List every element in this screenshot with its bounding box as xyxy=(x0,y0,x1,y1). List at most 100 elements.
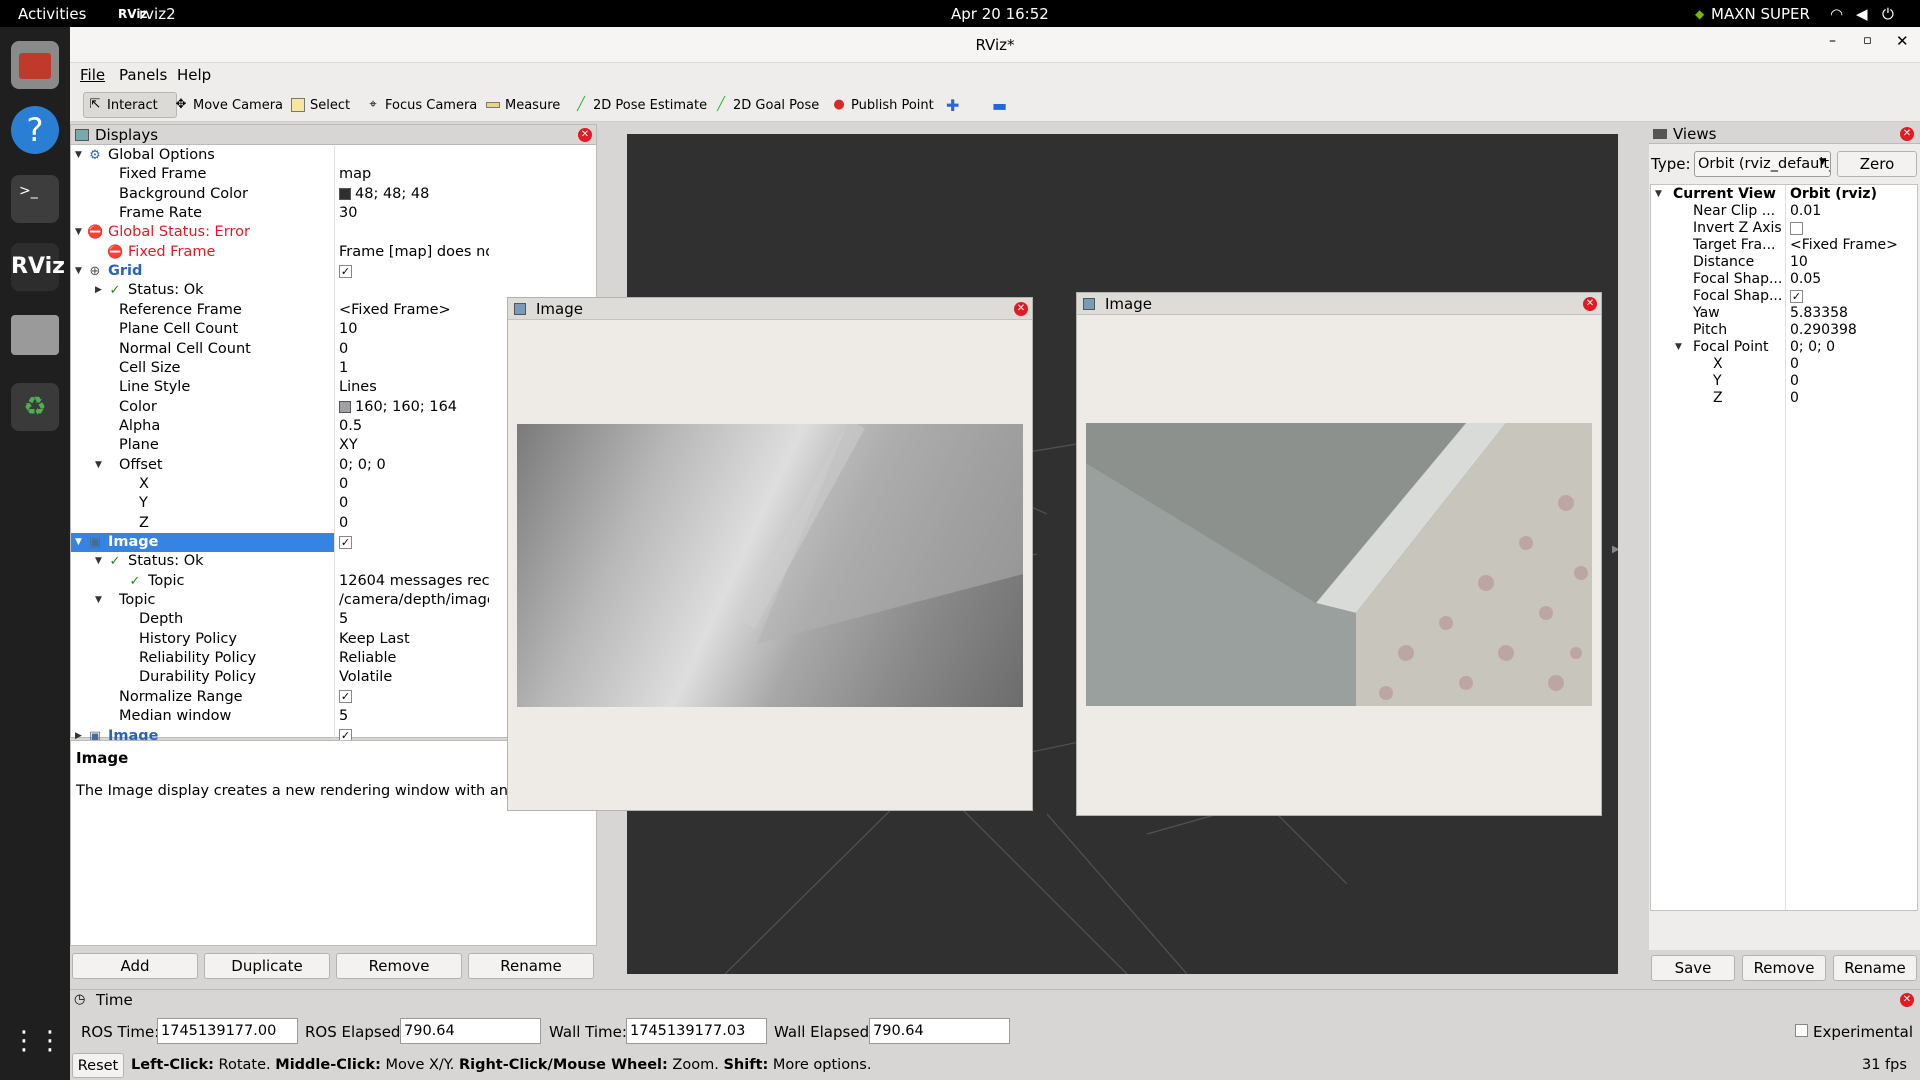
activities-button[interactable]: Activities xyxy=(18,5,86,23)
expand-arrow-icon[interactable]: ▼ xyxy=(75,533,82,552)
display-property-value[interactable]: 48; 48; 48 xyxy=(339,185,429,204)
ros-elapsed-field[interactable]: 790.64 xyxy=(400,1018,541,1044)
rename-display-button[interactable]: Rename xyxy=(468,953,594,979)
move-camera-tool[interactable]: ✥ Move Camera xyxy=(170,92,287,118)
expand-arrow-icon[interactable]: ▼ xyxy=(1675,338,1682,357)
enabled-checkbox[interactable]: ✓ xyxy=(339,535,352,549)
clock[interactable]: Apr 20 16:52 xyxy=(951,5,1049,23)
wifi-icon[interactable]: ◠ xyxy=(1830,5,1843,23)
display-property-label[interactable]: Alpha xyxy=(119,417,160,436)
display-property-label[interactable]: Plane Cell Count xyxy=(119,320,238,339)
display-property-value[interactable]: 5 xyxy=(339,707,348,726)
display-property-value[interactable]: 0 xyxy=(339,514,348,533)
menu-help[interactable]: Help xyxy=(177,66,211,84)
publish-point-tool[interactable]: ● Publish Point xyxy=(828,92,938,118)
view-property-label[interactable]: Near Clip ... xyxy=(1693,203,1775,220)
display-property-value[interactable]: Lines xyxy=(339,378,377,397)
expand-arrow-icon[interactable]: ▼ xyxy=(75,146,82,165)
display-property-label[interactable]: ▣ Image xyxy=(87,533,159,552)
display-property-label[interactable]: Median window xyxy=(119,707,231,726)
expand-arrow-icon[interactable]: ▼ xyxy=(75,262,82,281)
display-property-value[interactable]: 12604 messages received xyxy=(339,572,489,591)
views-close-icon[interactable]: ✕ xyxy=(1900,127,1914,141)
expand-arrow-icon[interactable]: ▼ xyxy=(1655,185,1662,204)
wall-time-field[interactable]: 1745139177.03 xyxy=(626,1018,767,1044)
display-property-label[interactable]: Plane xyxy=(119,436,159,455)
view-property-label[interactable]: Target Fra... xyxy=(1693,237,1775,254)
save-view-button[interactable]: Save xyxy=(1651,955,1735,981)
display-property-value[interactable]: Volatile xyxy=(339,668,392,687)
drive-icon[interactable] xyxy=(11,315,59,355)
expand-arrow-icon[interactable]: ▼ xyxy=(75,223,82,242)
view-property-value[interactable]: 10 xyxy=(1790,254,1808,271)
wall-elapsed-field[interactable]: 790.64 xyxy=(869,1018,1010,1044)
view-property-label[interactable]: Y xyxy=(1713,373,1722,390)
focus-camera-tool[interactable]: ⌖ Focus Camera xyxy=(362,92,481,118)
view-property-label[interactable]: Focal Shap... xyxy=(1693,271,1782,288)
maximize-icon[interactable]: ▫ xyxy=(1863,33,1872,48)
files-icon[interactable] xyxy=(11,41,59,89)
view-property-value[interactable]: <Fixed Frame> xyxy=(1790,237,1898,254)
displays-close-icon[interactable]: ✕ xyxy=(578,128,592,142)
show-apps-icon[interactable]: ⋮⋮ xyxy=(11,1017,63,1065)
view-property-label[interactable]: Distance xyxy=(1693,254,1754,271)
display-property-label[interactable]: Fixed Frame xyxy=(119,165,206,184)
view-property-value[interactable] xyxy=(1790,220,1803,237)
display-property-label[interactable]: Normal Cell Count xyxy=(119,340,251,359)
display-property-label[interactable]: Normalize Range xyxy=(119,688,243,707)
display-property-label[interactable]: Offset xyxy=(119,456,163,475)
display-property-label[interactable]: ✓ Topic xyxy=(127,572,185,591)
display-property-value[interactable]: Frame [map] does not exist xyxy=(339,243,489,262)
zero-button[interactable]: Zero xyxy=(1837,151,1917,177)
menu-panels[interactable]: Panels xyxy=(119,66,167,84)
display-property-label[interactable]: ✓ Status: Ok xyxy=(107,552,204,571)
display-property-value[interactable]: 1 xyxy=(339,359,348,378)
rename-view-button[interactable]: Rename xyxy=(1833,955,1917,981)
remove-display-button[interactable]: Remove xyxy=(336,953,462,979)
view-property-value[interactable]: 5.83358 xyxy=(1790,305,1848,322)
select-tool[interactable]: Select xyxy=(287,92,354,118)
display-property-value[interactable]: Keep Last xyxy=(339,630,410,649)
display-property-value[interactable]: 30 xyxy=(339,204,357,223)
display-property-label[interactable]: ⚙ Global Options xyxy=(87,146,215,165)
add-tool-icon[interactable]: ✚ xyxy=(942,92,963,118)
display-property-label[interactable]: Y xyxy=(139,494,148,513)
remove-view-button[interactable]: Remove xyxy=(1742,955,1826,981)
display-property-value[interactable]: 160; 160; 164 xyxy=(339,398,457,417)
display-property-value[interactable]: /camera/depth/image_raw xyxy=(339,591,489,610)
pose-estimate-tool[interactable]: ╱ 2D Pose Estimate xyxy=(570,92,711,118)
view-property-value[interactable]: 0.01 xyxy=(1790,203,1821,220)
display-property-label[interactable]: Z xyxy=(139,514,149,533)
enabled-checkbox[interactable]: ✓ xyxy=(339,690,352,704)
view-property-label[interactable]: X xyxy=(1713,356,1723,373)
display-property-label[interactable]: Cell Size xyxy=(119,359,180,378)
goal-pose-tool[interactable]: ╱ 2D Goal Pose xyxy=(710,92,823,118)
add-display-button[interactable]: Add xyxy=(72,953,198,979)
menu-file[interactable]: File xyxy=(80,66,105,84)
measure-tool[interactable]: Measure xyxy=(482,92,564,118)
view-property-value[interactable]: 0.290398 xyxy=(1790,322,1857,339)
display-property-value[interactable]: ✓ xyxy=(339,688,352,707)
view-property-value[interactable]: Orbit (rviz) xyxy=(1790,186,1877,203)
view-property-value[interactable]: 0.05 xyxy=(1790,271,1821,288)
trash-icon[interactable]: ♻ xyxy=(11,383,59,431)
view-property-value[interactable]: 0; 0; 0 xyxy=(1790,339,1835,356)
display-property-label[interactable]: Color xyxy=(119,398,157,417)
view-property-value[interactable]: 0 xyxy=(1790,356,1799,373)
display-property-value[interactable]: 5 xyxy=(339,610,348,629)
display-property-value[interactable]: ✓ xyxy=(339,262,352,281)
power-icon[interactable]: ⏻ xyxy=(1882,5,1894,23)
display-property-label[interactable]: Topic xyxy=(119,591,155,610)
image-window-close-icon[interactable]: ✕ xyxy=(1583,297,1597,311)
display-property-value[interactable]: 10 xyxy=(339,320,357,339)
display-property-value[interactable]: 0 xyxy=(339,340,348,359)
display-property-label[interactable]: Line Style xyxy=(119,378,190,397)
display-property-label[interactable]: Background Color xyxy=(119,185,248,204)
expand-arrow-icon[interactable]: ▼ xyxy=(95,591,102,610)
view-property-value[interactable]: 0 xyxy=(1790,373,1799,390)
volume-icon[interactable]: ◀ xyxy=(1856,5,1868,23)
display-property-value[interactable]: <Fixed Frame> xyxy=(339,301,451,320)
experimental-checkbox[interactable] xyxy=(1795,1024,1808,1037)
view-property-label[interactable]: Focal Point xyxy=(1693,339,1769,356)
display-property-label[interactable]: History Policy xyxy=(139,630,237,649)
